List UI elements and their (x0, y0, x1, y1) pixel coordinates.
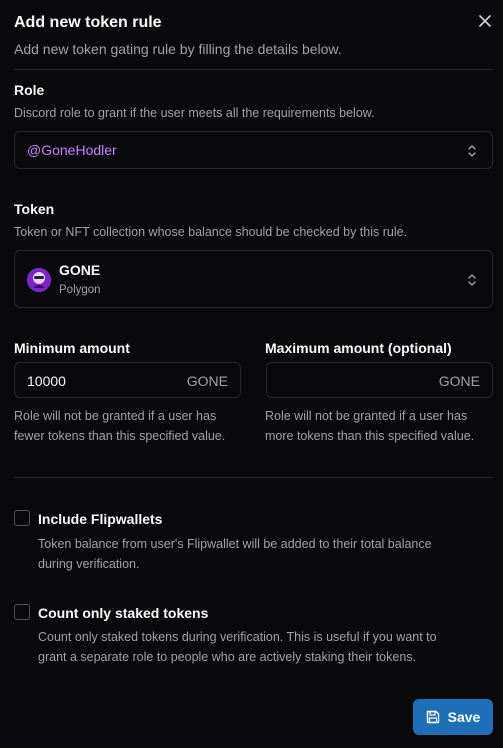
staked-only-help: Count only staked tokens during verifica… (38, 627, 437, 667)
close-icon[interactable] (478, 14, 492, 28)
token-name: GONE (59, 262, 101, 278)
token-label: Token (14, 201, 55, 217)
minimum-amount-help: Role will not be granted if a user has f… (14, 406, 225, 446)
minimum-amount-value: 10000 (27, 373, 66, 389)
dialog-subtitle: Add new token gating rule by filling the… (14, 41, 342, 57)
add-token-rule-dialog: Add new token rule Add new token gating … (0, 0, 503, 748)
role-select[interactable]: @GoneHodler (14, 131, 493, 169)
maximum-help-line-1: Role will not be granted if a user has (265, 409, 468, 423)
minimum-help-line-2: fewer tokens than this specified value. (14, 429, 226, 443)
dialog-title: Add new token rule (14, 14, 162, 31)
chevron-up-down-icon (468, 145, 476, 157)
section-divider (14, 477, 493, 478)
include-flipwallets-label[interactable]: Include Flipwallets (38, 511, 162, 527)
flipwallets-help-line-2: during verification. (38, 557, 140, 571)
role-help: Discord role to grant if the user meets … (14, 106, 375, 120)
staked-help-line-1: Count only staked tokens during verifica… (38, 630, 437, 644)
maximum-amount-suffix: GONE (438, 373, 480, 389)
save-button-label: Save (447, 709, 481, 725)
gone-token-icon (27, 268, 51, 292)
maximum-amount-help: Role will not be granted if a user has m… (265, 406, 474, 446)
token-select[interactable]: GONE Polygon (14, 250, 493, 308)
minimum-amount-input[interactable]: 10000 GONE (14, 362, 241, 398)
role-label: Role (14, 82, 45, 98)
save-button[interactable]: Save (413, 699, 493, 735)
include-flipwallets-help: Token balance from user's Flipwallet wil… (38, 534, 432, 574)
floppy-disk-icon (426, 710, 439, 724)
chevron-up-down-icon (468, 274, 476, 286)
role-select-value: @GoneHodler (27, 142, 117, 158)
minimum-help-line-1: Role will not be granted if a user has (14, 409, 217, 423)
staked-only-label[interactable]: Count only staked tokens (38, 605, 208, 621)
header-divider (14, 69, 493, 70)
maximum-amount-label: Maximum amount (optional) (265, 340, 452, 356)
staked-only-checkbox[interactable] (14, 604, 30, 620)
flipwallets-help-line-1: Token balance from user's Flipwallet wil… (38, 537, 432, 551)
token-help: Token or NFT collection whose balance sh… (14, 225, 408, 239)
minimum-amount-label: Minimum amount (14, 340, 130, 356)
staked-help-line-2: grant a separate role to people who are … (38, 650, 416, 664)
maximum-amount-input[interactable]: GONE (266, 362, 493, 398)
maximum-help-line-2: more tokens than this specified value. (265, 429, 475, 443)
minimum-amount-suffix: GONE (186, 373, 228, 389)
include-flipwallets-checkbox[interactable] (14, 510, 30, 526)
token-network: Polygon (59, 284, 101, 296)
